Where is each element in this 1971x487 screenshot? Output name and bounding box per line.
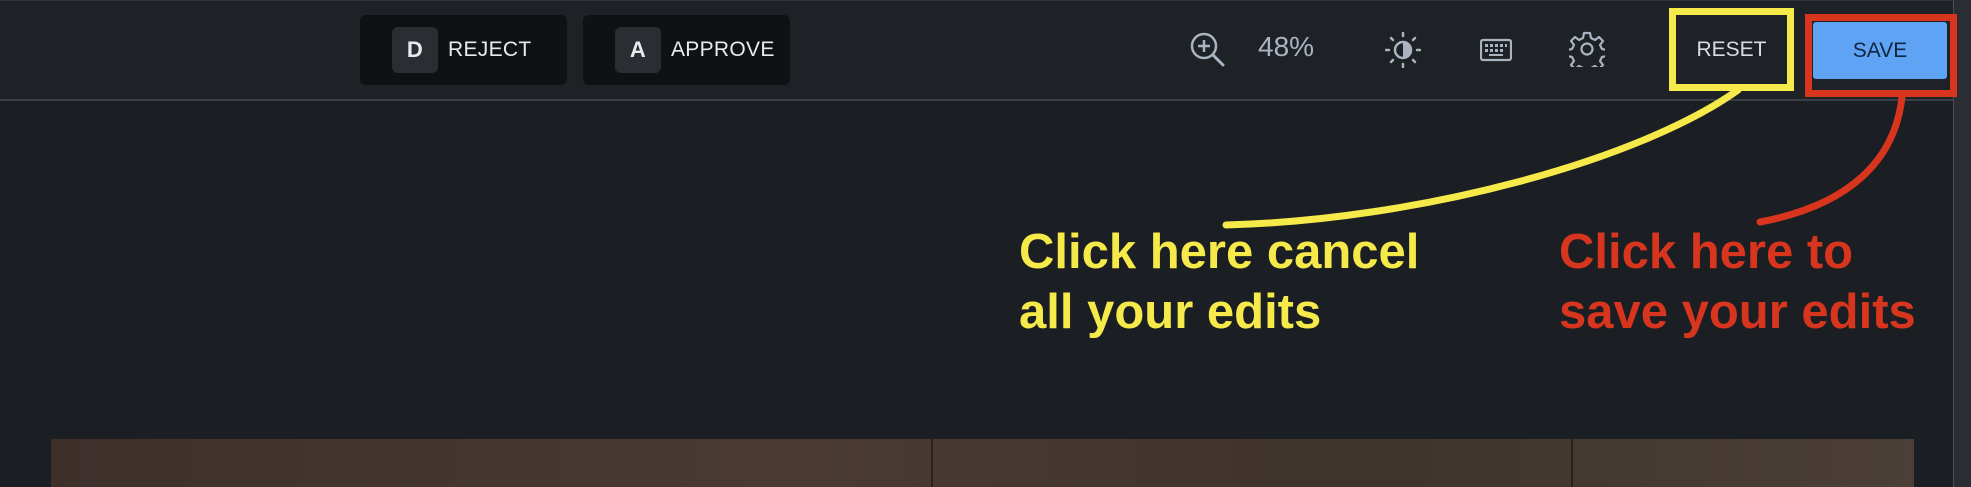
image-preview [51,439,1914,487]
image-detail [1571,439,1573,487]
save-note-line-1: Click here to [1559,225,1854,279]
save-annotation-text: Click here to save your edits [1559,222,1959,342]
save-annotation-arrow [1756,93,1906,226]
reset-note-line-2: all your edits [1019,285,1322,339]
save-note-line-2: save your edits [1559,285,1916,339]
reset-annotation-text: Click here cancel all your edits [1019,222,1479,342]
image-detail [931,439,933,487]
reset-annotation-arrow [1222,86,1742,229]
reset-note-line-1: Click here cancel [1019,225,1420,279]
